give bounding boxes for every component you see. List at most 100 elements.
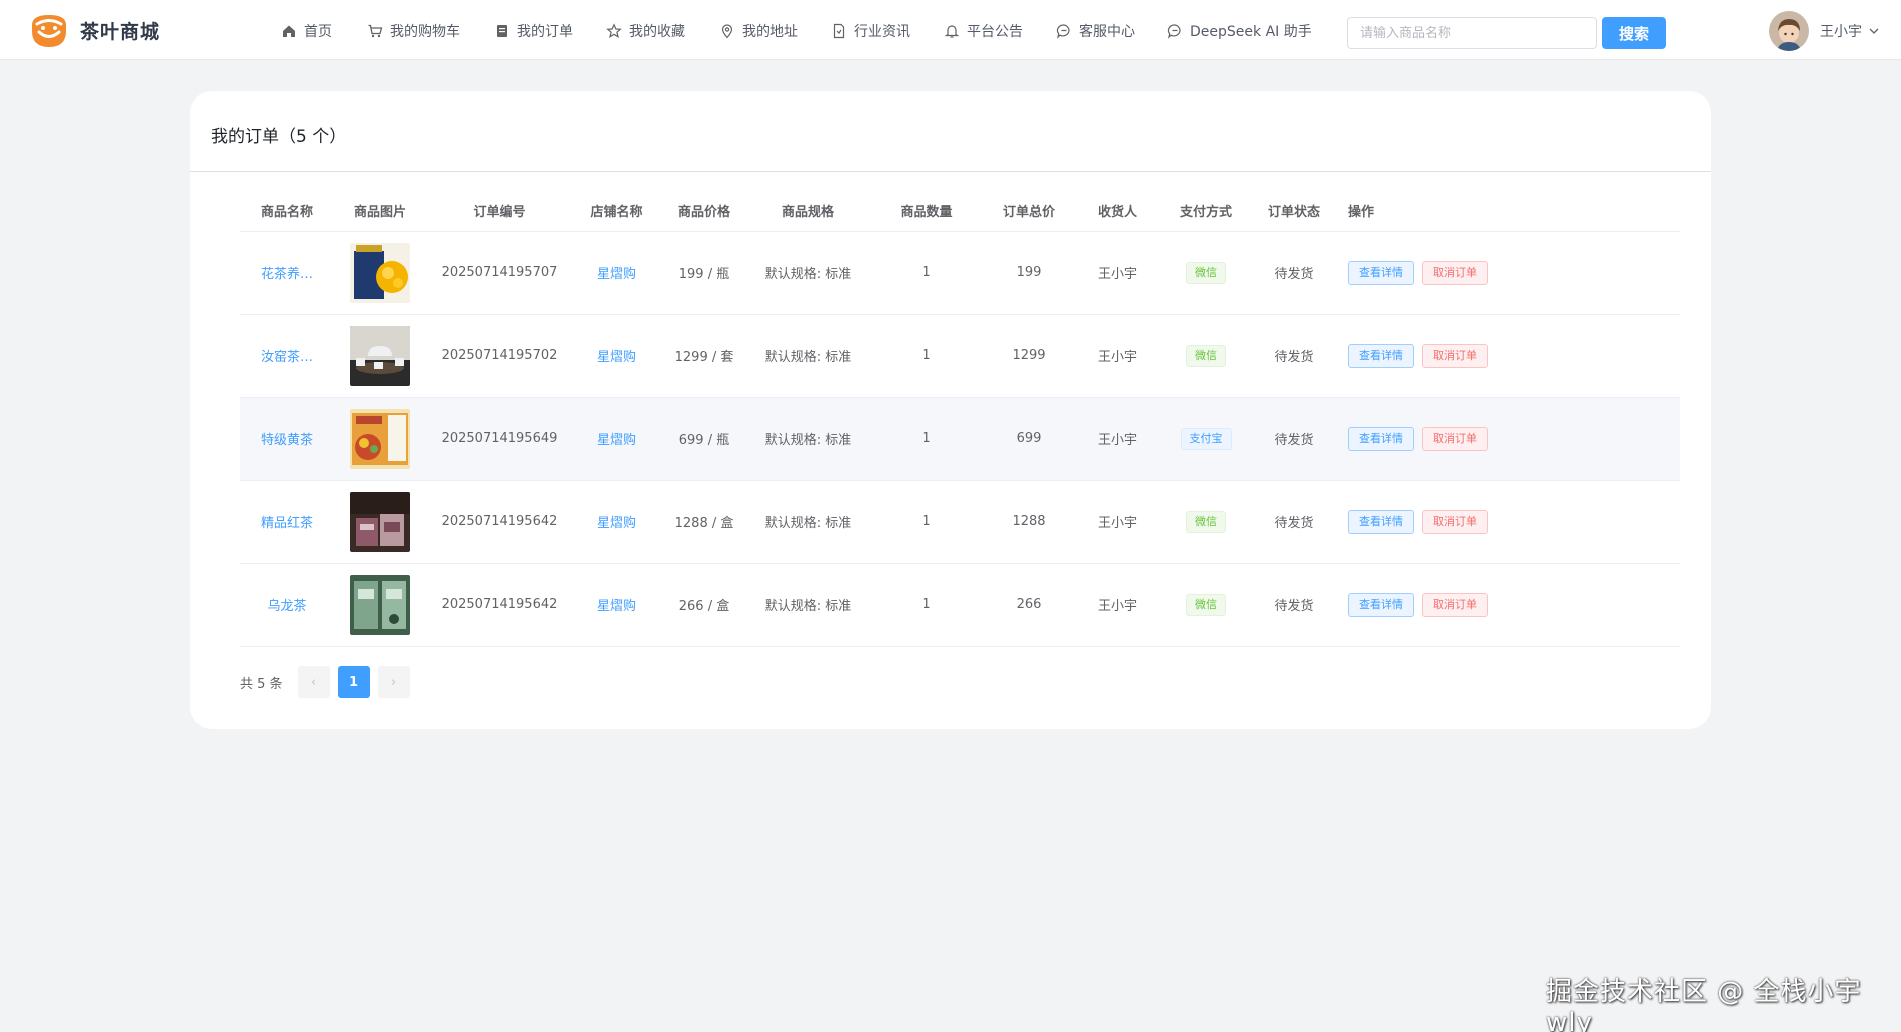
view-details-button[interactable]: 查看详情 [1348, 343, 1414, 368]
spec: 默认规格: 标准 [748, 314, 868, 398]
view-details-button[interactable]: 查看详情 [1348, 592, 1414, 617]
price: 199 / 瓶 [660, 231, 748, 315]
payment-badge: 支付宝 [1180, 427, 1232, 450]
spec: 默认规格: 标准 [748, 397, 868, 481]
price: 699 / 瓶 [660, 397, 748, 481]
payment-badge: 微信 [1186, 510, 1226, 533]
bell-icon [944, 25, 960, 38]
orders-table: 商品名称 商品图片 订单编号 店铺名称 商品价格 商品规格 商品数量 订单总价 … [240, 191, 1680, 647]
product-name-link[interactable]: 精品红茶 [261, 516, 313, 531]
home-icon [283, 25, 295, 37]
page-title: 我的订单（5 个） [211, 127, 347, 147]
star-icon [606, 23, 622, 38]
table-header-row: 商品名称 商品图片 订单编号 店铺名称 商品价格 商品规格 商品数量 订单总价 … [240, 191, 1680, 232]
price: 1288 / 盒 [660, 480, 748, 564]
logo[interactable]: 茶叶商城 [28, 10, 160, 50]
table-row: 精品红茶 20250714195642 星熠购 1288 / 盒 默认规格: 标… [240, 480, 1680, 564]
receiver: 王小宇 [1073, 480, 1162, 564]
nav-ai-assistant[interactable]: DeepSeek AI 助手 [1167, 18, 1312, 44]
order-total: 199 [985, 231, 1073, 315]
price: 1299 / 套 [660, 314, 748, 398]
logo-text: 茶叶商城 [80, 20, 161, 43]
user-name: 王小宇 [1820, 24, 1862, 40]
view-details-button[interactable]: 查看详情 [1348, 509, 1414, 534]
cancel-order-button[interactable]: 取消订单 [1422, 592, 1488, 617]
shop-name-link[interactable]: 星熠购 [597, 433, 636, 448]
nav-customer-service[interactable]: 客服中心 [1056, 18, 1135, 44]
product-name-link[interactable]: 乌龙茶 [267, 599, 306, 614]
product-name-link[interactable]: 特级黄茶 [261, 433, 313, 448]
logo-icon [32, 15, 66, 47]
product-image[interactable] [350, 408, 410, 469]
view-details-button[interactable]: 查看详情 [1348, 260, 1414, 285]
next-page-button[interactable]: › [377, 666, 410, 698]
nav-favorites[interactable]: 我的收藏 [606, 18, 685, 44]
nav-label: 客服中心 [1079, 24, 1135, 40]
nav-address[interactable]: 我的地址 [719, 18, 798, 44]
top-header: 茶叶商城 首页 我的购物车 我的订单 我的收藏 我的地址 行业资讯 平台公告 客… [0, 0, 1901, 60]
shop-name-link[interactable]: 星熠购 [597, 267, 636, 282]
nav-cart[interactable]: 我的购物车 [367, 18, 460, 44]
view-details-button[interactable]: 查看详情 [1348, 426, 1414, 451]
column-header: 商品名称 [240, 191, 334, 232]
receiver: 王小宇 [1073, 231, 1162, 315]
avatar [1769, 11, 1809, 51]
cancel-order-button[interactable]: 取消订单 [1422, 509, 1488, 534]
orders-card: 我的订单（5 个） 商品名称 商品图片 订单编号 店铺名称 商品价格 商品规格 … [190, 91, 1711, 729]
order-total: 1288 [985, 480, 1073, 564]
search-button[interactable]: 搜索 [1602, 17, 1666, 49]
shop-name-link[interactable]: 星熠购 [597, 350, 636, 365]
page-number[interactable]: 1 [337, 666, 370, 698]
quantity: 1 [868, 314, 985, 398]
nav-orders[interactable]: 我的订单 [494, 18, 573, 44]
cancel-order-button[interactable]: 取消订单 [1422, 426, 1488, 451]
shop-name-link[interactable]: 星熠购 [597, 516, 636, 531]
nav-home[interactable]: 首页 [281, 18, 333, 44]
order-total: 1299 [985, 314, 1073, 398]
status-text: 待发货 [1250, 231, 1338, 315]
status-text: 待发货 [1250, 314, 1338, 398]
cancel-order-button[interactable]: 取消订单 [1422, 343, 1488, 368]
order-number: 20250714195707 [426, 231, 573, 315]
status-text: 待发货 [1250, 480, 1338, 564]
order-number: 20250714195642 [426, 480, 573, 564]
nav-label: 我的购物车 [390, 24, 460, 40]
product-name-link[interactable]: 花茶养… [261, 267, 313, 282]
product-image[interactable] [350, 574, 410, 635]
nav-label: 我的地址 [742, 24, 798, 40]
user-menu[interactable]: 王小宇 [1769, 11, 1880, 51]
location-icon [721, 24, 733, 39]
table-row: 花茶养… 20250714195707 星熠购 199 / 瓶 默认规格: 标准… [240, 231, 1680, 315]
nav-news[interactable]: 行业资讯 [831, 18, 910, 44]
product-image[interactable] [350, 242, 410, 303]
nav-label: DeepSeek AI 助手 [1190, 24, 1312, 40]
quantity: 1 [868, 397, 985, 481]
product-name-link[interactable]: 汝窑茶… [261, 350, 313, 365]
product-image[interactable] [350, 491, 410, 552]
shop-name-link[interactable]: 星熠购 [597, 599, 636, 614]
order-icon [497, 25, 507, 37]
chat-icon [1056, 24, 1070, 39]
nav-label: 我的订单 [517, 24, 573, 40]
search-input[interactable] [1347, 17, 1597, 49]
product-image[interactable] [350, 325, 410, 386]
nav-announcements[interactable]: 平台公告 [944, 18, 1023, 44]
status-text: 待发货 [1250, 397, 1338, 481]
divider [190, 171, 1711, 172]
receiver: 王小宇 [1073, 397, 1162, 481]
table-row: 特级黄茶 20250714195649 星熠购 699 / 瓶 默认规格: 标准… [240, 397, 1680, 481]
prev-page-button[interactable]: ‹ [297, 666, 330, 698]
table-row: 汝窑茶… 20250714195702 星熠购 1299 / 套 默认规格: 标… [240, 314, 1680, 398]
quantity: 1 [868, 563, 985, 647]
receiver: 王小宇 [1073, 314, 1162, 398]
quantity: 1 [868, 231, 985, 315]
payment-badge: 微信 [1186, 344, 1226, 367]
cancel-order-button[interactable]: 取消订单 [1422, 260, 1488, 285]
spec: 默认规格: 标准 [748, 563, 868, 647]
order-number: 20250714195642 [426, 563, 573, 647]
column-header: 商品图片 [334, 191, 426, 232]
payment-badge: 微信 [1186, 261, 1226, 284]
order-number: 20250714195649 [426, 397, 573, 481]
column-header: 商品数量 [868, 191, 985, 232]
column-header: 订单编号 [426, 191, 573, 232]
